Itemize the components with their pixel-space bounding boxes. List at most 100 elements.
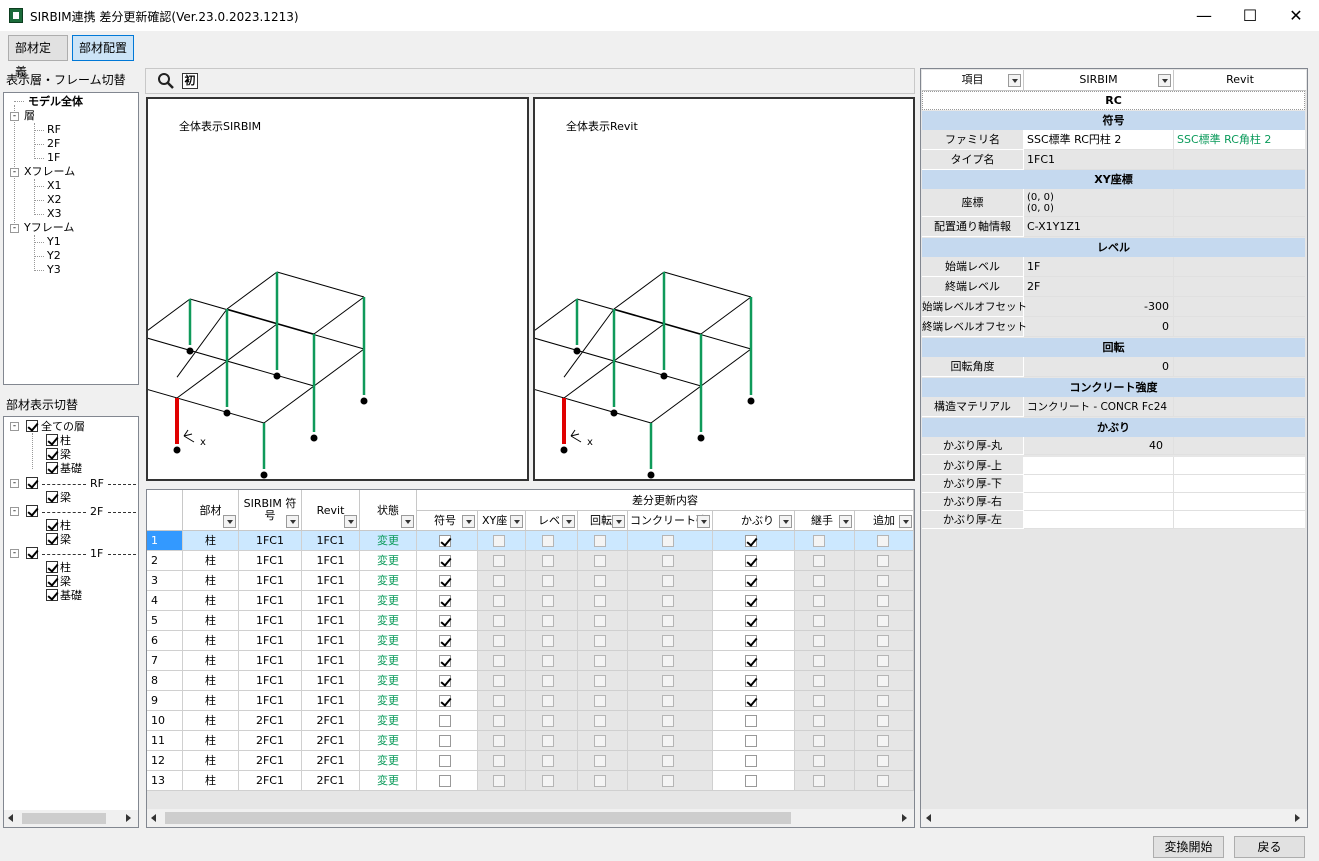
checkbox-rotation[interactable] bbox=[594, 555, 606, 567]
checkbox-sign[interactable] bbox=[439, 595, 451, 607]
prop-value-sirbim[interactable] bbox=[1024, 511, 1174, 529]
back-button[interactable]: 戻る bbox=[1234, 836, 1305, 858]
checkbox-rotation[interactable] bbox=[594, 735, 606, 747]
checkbox-add[interactable] bbox=[877, 595, 889, 607]
checkbox-level[interactable] bbox=[542, 775, 554, 787]
checkbox-xy[interactable] bbox=[493, 755, 505, 767]
checkbox-add[interactable] bbox=[877, 735, 889, 747]
checkbox-rotation[interactable] bbox=[594, 575, 606, 587]
checkbox-xy[interactable] bbox=[493, 695, 505, 707]
checkbox-sign[interactable] bbox=[439, 555, 451, 567]
checkbox-1f-beam[interactable] bbox=[46, 575, 58, 587]
filter-dropdown-icon[interactable] bbox=[839, 515, 852, 528]
checkbox-joint[interactable] bbox=[813, 575, 825, 587]
prop-value-sirbim[interactable]: (0, 0) (0, 0) bbox=[1024, 189, 1174, 217]
fit-view-button[interactable]: 初 bbox=[182, 73, 198, 89]
prop-value-sirbim[interactable]: C-X1Y1Z1 bbox=[1024, 217, 1174, 237]
checkbox-xy[interactable] bbox=[493, 575, 505, 587]
checkbox-sign[interactable] bbox=[439, 695, 451, 707]
checkbox-joint[interactable] bbox=[813, 675, 825, 687]
checkbox-xy[interactable] bbox=[493, 595, 505, 607]
tree-model-root[interactable]: モデル全体 bbox=[28, 95, 83, 108]
filter-dropdown-icon[interactable] bbox=[779, 515, 792, 528]
collapse-icon[interactable]: - bbox=[10, 168, 19, 177]
prop-value-sirbim[interactable] bbox=[1024, 493, 1174, 511]
prop-value-revit[interactable] bbox=[1174, 257, 1305, 277]
checkbox-1f-column[interactable] bbox=[46, 561, 58, 573]
checkbox-level[interactable] bbox=[542, 675, 554, 687]
checkbox-concrete[interactable] bbox=[662, 755, 674, 767]
checkbox-sign[interactable] bbox=[439, 675, 451, 687]
prop-value-revit[interactable]: SSC標準 RC角柱 2 bbox=[1174, 130, 1305, 150]
checkbox-rotation[interactable] bbox=[594, 615, 606, 627]
checkbox-add[interactable] bbox=[877, 575, 889, 587]
checkbox-rf[interactable] bbox=[26, 477, 38, 489]
checkbox-joint[interactable] bbox=[813, 755, 825, 767]
search-icon[interactable] bbox=[157, 72, 175, 90]
tree-frame-y1[interactable]: Y1 bbox=[47, 235, 61, 248]
prop-value-sirbim[interactable]: SSC標準 RC円柱 2 bbox=[1024, 130, 1174, 150]
checkbox-add[interactable] bbox=[877, 675, 889, 687]
scroll-right-icon[interactable] bbox=[121, 810, 137, 827]
tree-frame-x1[interactable]: X1 bbox=[47, 179, 62, 192]
checkbox-joint[interactable] bbox=[813, 535, 825, 547]
checkbox-cover[interactable] bbox=[745, 735, 757, 747]
prop-value-revit[interactable] bbox=[1174, 297, 1305, 317]
tree-frame-x2[interactable]: X2 bbox=[47, 193, 62, 206]
checkbox-cover[interactable] bbox=[745, 595, 757, 607]
table-row[interactable]: 10 柱 2FC1 2FC1 変更 bbox=[147, 711, 914, 731]
table-row[interactable]: 9 柱 1FC1 1FC1 変更 bbox=[147, 691, 914, 711]
prop-value-sirbim[interactable]: -300 bbox=[1024, 297, 1174, 317]
table-row[interactable]: 6 柱 1FC1 1FC1 変更 bbox=[147, 631, 914, 651]
checkbox-joint[interactable] bbox=[813, 715, 825, 727]
checkbox-level[interactable] bbox=[542, 735, 554, 747]
filter-dropdown-icon[interactable] bbox=[1008, 74, 1021, 87]
table-row[interactable]: 11 柱 2FC1 2FC1 変更 bbox=[147, 731, 914, 751]
checkbox-joint[interactable] bbox=[813, 615, 825, 627]
checkbox-cover[interactable] bbox=[745, 535, 757, 547]
checkbox-add[interactable] bbox=[877, 755, 889, 767]
property-horizontal-scrollbar[interactable] bbox=[921, 809, 1307, 827]
prop-value-sirbim[interactable]: 0 bbox=[1024, 357, 1174, 377]
checkbox-rotation[interactable] bbox=[594, 635, 606, 647]
prop-value-sirbim[interactable]: 2F bbox=[1024, 277, 1174, 297]
tree-yframes[interactable]: Yフレーム bbox=[24, 221, 74, 234]
checkbox-all-column[interactable] bbox=[46, 434, 58, 446]
checkbox-rf-beam[interactable] bbox=[46, 491, 58, 503]
tab-member-definition[interactable]: 部材定義 bbox=[8, 35, 68, 79]
sirbim-3d-view[interactable]: 全体表示SIRBIM x bbox=[146, 97, 529, 481]
tree-floor-2f[interactable]: 2F bbox=[47, 137, 60, 150]
checkbox-concrete[interactable] bbox=[662, 735, 674, 747]
checkbox-level[interactable] bbox=[542, 755, 554, 767]
table-row[interactable]: 5 柱 1FC1 1FC1 変更 bbox=[147, 611, 914, 631]
checkbox-cover[interactable] bbox=[745, 555, 757, 567]
checkbox-joint[interactable] bbox=[813, 775, 825, 787]
filter-dropdown-icon[interactable] bbox=[510, 515, 523, 528]
checkbox-rotation[interactable] bbox=[594, 675, 606, 687]
filter-dropdown-icon[interactable] bbox=[401, 515, 414, 528]
table-row[interactable]: 4 柱 1FC1 1FC1 変更 bbox=[147, 591, 914, 611]
checkbox-add[interactable] bbox=[877, 695, 889, 707]
checkbox-level[interactable] bbox=[542, 555, 554, 567]
checkbox-sign[interactable] bbox=[439, 715, 451, 727]
checkbox-concrete[interactable] bbox=[662, 635, 674, 647]
checkbox-add[interactable] bbox=[877, 655, 889, 667]
checkbox-concrete[interactable] bbox=[662, 655, 674, 667]
checkbox-joint[interactable] bbox=[813, 595, 825, 607]
scroll-right-icon[interactable] bbox=[897, 810, 913, 826]
checkbox-cover[interactable] bbox=[745, 575, 757, 587]
checkbox-sign[interactable] bbox=[439, 535, 451, 547]
prop-value-sirbim[interactable]: 0 bbox=[1024, 317, 1174, 337]
checkbox-rotation[interactable] bbox=[594, 595, 606, 607]
checkbox-xy[interactable] bbox=[493, 715, 505, 727]
checkbox-level[interactable] bbox=[542, 635, 554, 647]
checkbox-rotation[interactable] bbox=[594, 715, 606, 727]
table-row[interactable]: 8 柱 1FC1 1FC1 変更 bbox=[147, 671, 914, 691]
checkbox-xy[interactable] bbox=[493, 635, 505, 647]
checkbox-concrete[interactable] bbox=[662, 595, 674, 607]
collapse-icon[interactable]: - bbox=[10, 224, 19, 233]
checkbox-concrete[interactable] bbox=[662, 695, 674, 707]
maximize-button[interactable]: ☐ bbox=[1227, 0, 1273, 31]
checkbox-level[interactable] bbox=[542, 655, 554, 667]
tree-frame-y2[interactable]: Y2 bbox=[47, 249, 61, 262]
